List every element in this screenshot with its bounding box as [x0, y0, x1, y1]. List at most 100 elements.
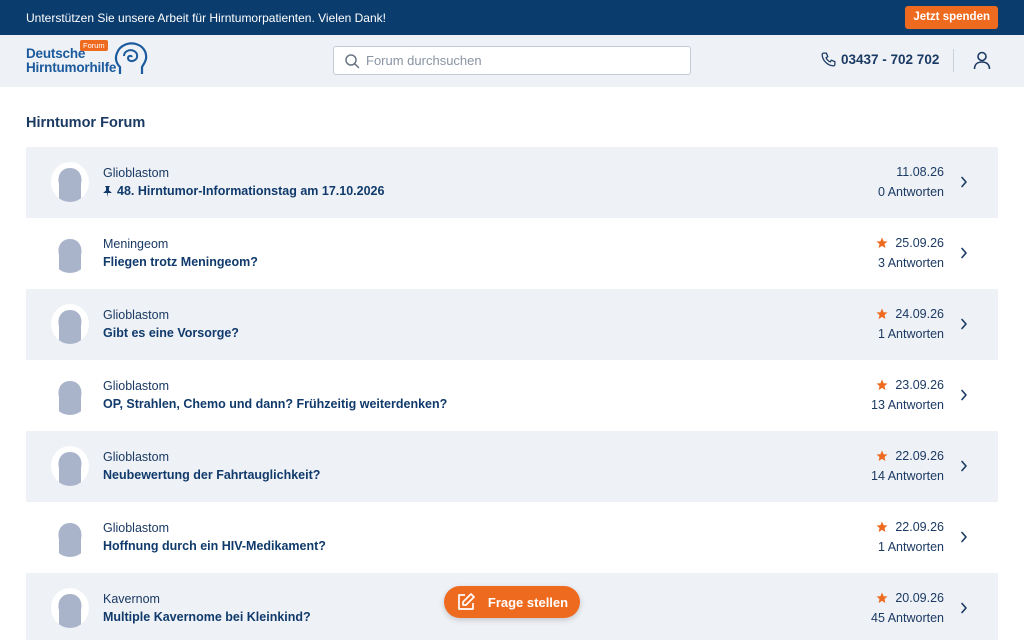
pin-icon [103, 185, 112, 197]
brain-head-icon [114, 41, 148, 84]
thread-row[interactable]: Glioblastom Gibt es eine Vorsorge? 24.09… [26, 289, 998, 360]
thread-date: 22.09.26 [895, 520, 944, 534]
thread-title[interactable]: OP, Strahlen, Chemo und dann? Frühzeitig… [103, 397, 447, 411]
search-box[interactable] [333, 46, 691, 75]
thread-category: Glioblastom [103, 308, 169, 322]
thread-meta: 11.08.26 0 Antworten [878, 165, 944, 199]
phone-number: 03437 - 702 702 [841, 52, 940, 67]
thread-category: Glioblastom [103, 166, 169, 180]
chevron-right-icon[interactable] [960, 389, 968, 401]
thread-category: Glioblastom [103, 521, 169, 535]
user-account-icon[interactable] [973, 51, 991, 70]
avatar [51, 162, 89, 202]
thread-title[interactable]: Hoffnung durch ein HIV-Medikament? [103, 539, 326, 553]
thread-meta: 24.09.26 1 Antworten [876, 307, 944, 341]
thread-meta: 22.09.26 14 Antworten [871, 449, 944, 483]
avatar [51, 588, 89, 628]
star-icon [876, 237, 888, 249]
thread-title-wrap: Multiple Kavernome bei Kleinkind? [103, 610, 311, 624]
thread-text: Glioblastom OP, Strahlen, Chemo und dann… [103, 379, 447, 411]
thread-row[interactable]: Glioblastom Neubewertung der Fahrtauglic… [26, 431, 998, 502]
logo-forum-badge: Forum [80, 40, 108, 51]
chevron-right-icon[interactable] [960, 176, 968, 188]
thread-meta: 22.09.26 1 Antworten [876, 520, 944, 554]
edit-icon [456, 592, 476, 612]
thread-text: Glioblastom 48. Hirntumor-Informationsta… [103, 166, 384, 198]
ask-question-label: Frage stellen [487, 594, 569, 610]
logo-wordmark: Deutsche Hirntumorhilfe [26, 47, 116, 75]
thread-title[interactable]: Fliegen trotz Meningeom? [103, 255, 258, 269]
site-logo[interactable]: Deutsche Hirntumorhilfe Forum [26, 40, 156, 84]
thread-text: Kavernom Multiple Kavernome bei Kleinkin… [103, 592, 311, 624]
phone-icon [820, 51, 837, 68]
thread-text: Glioblastom Neubewertung der Fahrtauglic… [103, 450, 320, 482]
search-icon [344, 53, 360, 69]
phone-link[interactable]: 03437 - 702 702 [820, 51, 939, 68]
thread-date: 22.09.26 [895, 449, 944, 463]
star-icon [876, 308, 888, 320]
star-icon [876, 450, 888, 462]
chevron-right-icon[interactable] [960, 318, 968, 330]
avatar [51, 375, 89, 415]
thread-title[interactable]: 48. Hirntumor-Informationstag am 17.10.2… [117, 184, 384, 198]
thread-replies: 14 Antworten [871, 469, 944, 483]
donate-button[interactable]: Jetzt spenden [905, 5, 998, 30]
thread-row[interactable]: Meningeom Fliegen trotz Meningeom? 25.09… [26, 218, 998, 289]
star-icon [876, 521, 888, 533]
thread-row[interactable]: Glioblastom Hoffnung durch ein HIV-Medik… [26, 502, 998, 573]
logo-line-2: Hirntumorhilfe [26, 60, 117, 75]
header-divider [953, 49, 954, 72]
thread-row[interactable]: Glioblastom OP, Strahlen, Chemo und dann… [26, 360, 998, 431]
thread-date: 25.09.26 [895, 236, 944, 250]
thread-text: Glioblastom Gibt es eine Vorsorge? [103, 308, 239, 340]
announcement-bar: Unterstützen Sie unsere Arbeit für Hirnt… [0, 0, 1024, 35]
thread-title-wrap: Neubewertung der Fahrtauglichkeit? [103, 468, 320, 482]
thread-meta: 20.09.26 45 Antworten [871, 591, 944, 625]
thread-date-wrap: 23.09.26 [871, 378, 944, 392]
thread-replies: 1 Antworten [877, 327, 944, 341]
thread-date-wrap: 22.09.26 [871, 449, 944, 463]
thread-title[interactable]: Multiple Kavernome bei Kleinkind? [103, 610, 311, 624]
thread-replies: 45 Antworten [871, 611, 944, 625]
chevron-right-icon[interactable] [960, 460, 968, 472]
avatar [51, 517, 89, 557]
announcement-text: Unterstützen Sie unsere Arbeit für Hirnt… [26, 10, 386, 25]
thread-title[interactable]: Gibt es eine Vorsorge? [103, 326, 239, 340]
thread-replies: 13 Antworten [871, 398, 944, 412]
thread-date-wrap: 22.09.26 [876, 520, 944, 534]
chevron-right-icon[interactable] [960, 602, 968, 614]
thread-date-wrap: 20.09.26 [871, 591, 944, 605]
thread-row[interactable]: Glioblastom 48. Hirntumor-Informationsta… [26, 147, 998, 218]
search-input[interactable] [366, 53, 666, 68]
thread-meta: 25.09.26 3 Antworten [876, 236, 944, 270]
thread-title[interactable]: Neubewertung der Fahrtauglichkeit? [103, 468, 320, 482]
thread-date-wrap: 24.09.26 [876, 307, 944, 321]
star-icon [876, 379, 888, 391]
ask-question-button[interactable]: Frage stellen [444, 586, 580, 618]
thread-meta: 23.09.26 13 Antworten [871, 378, 944, 412]
thread-replies: 3 Antworten [877, 256, 944, 270]
page-title: Hirntumor Forum [26, 115, 146, 131]
thread-text: Glioblastom Hoffnung durch ein HIV-Medik… [103, 521, 326, 553]
thread-title-wrap: OP, Strahlen, Chemo und dann? Frühzeitig… [103, 397, 447, 411]
thread-category: Kavernom [103, 592, 160, 606]
thread-text: Meningeom Fliegen trotz Meningeom? [103, 237, 258, 269]
thread-title-wrap: Fliegen trotz Meningeom? [103, 255, 258, 269]
thread-replies: 1 Antworten [877, 540, 944, 554]
thread-date: 23.09.26 [895, 378, 944, 392]
thread-date: 20.09.26 [895, 591, 944, 605]
thread-date: 11.08.26 [896, 165, 944, 179]
thread-category: Glioblastom [103, 450, 169, 464]
thread-replies: 0 Antworten [877, 185, 944, 199]
thread-date-wrap: 11.08.26 [878, 165, 944, 179]
avatar [51, 233, 89, 273]
avatar [51, 304, 89, 344]
chevron-right-icon[interactable] [960, 247, 968, 259]
thread-title-wrap: 48. Hirntumor-Informationstag am 17.10.2… [103, 184, 384, 198]
chevron-right-icon[interactable] [960, 531, 968, 543]
thread-category: Meningeom [103, 237, 169, 251]
thread-list: Glioblastom 48. Hirntumor-Informationsta… [26, 147, 998, 640]
thread-title-wrap: Hoffnung durch ein HIV-Medikament? [103, 539, 326, 553]
avatar [51, 446, 89, 486]
site-header: Deutsche Hirntumorhilfe Forum 03437 - 70… [0, 35, 1024, 87]
